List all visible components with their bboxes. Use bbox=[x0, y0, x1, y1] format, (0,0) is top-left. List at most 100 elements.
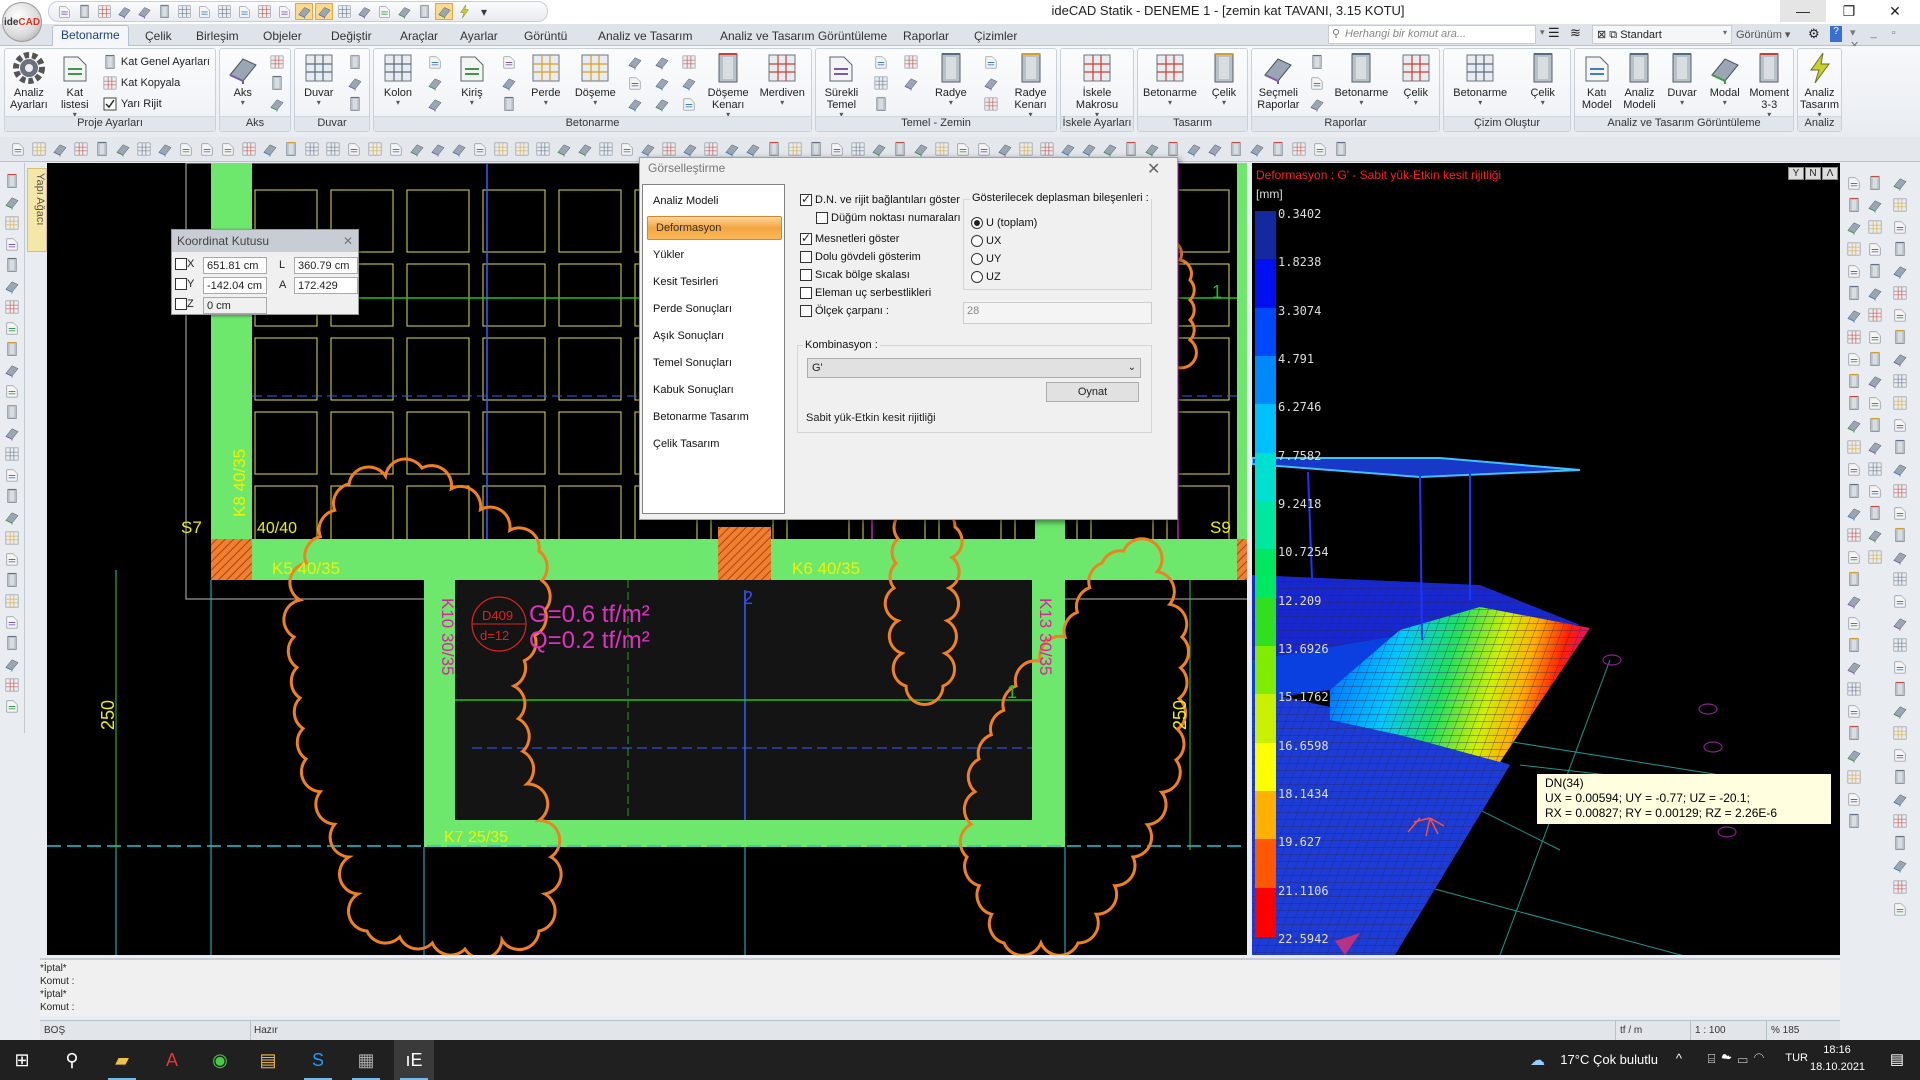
ellipse-icon[interactable] bbox=[848, 139, 868, 159]
tab-8[interactable]: Analiz ve Tasarım bbox=[590, 27, 700, 46]
right-tool-icon[interactable] bbox=[1892, 725, 1908, 744]
right-tool-icon[interactable] bbox=[1892, 197, 1908, 216]
column-l-button[interactable] bbox=[427, 74, 443, 92]
right-tool-icon[interactable] bbox=[1846, 263, 1862, 282]
right-tool-icon[interactable] bbox=[1892, 703, 1908, 722]
layer-stack-icon[interactable]: ≋ bbox=[1570, 25, 1590, 44]
component-radio[interactable] bbox=[971, 217, 983, 229]
right-tool-icon[interactable] bbox=[1867, 417, 1883, 436]
column-capital-button[interactable] bbox=[427, 95, 443, 113]
component-radio-row[interactable]: UX bbox=[971, 235, 1001, 247]
open-icon[interactable] bbox=[95, 3, 113, 20]
elevation-mark-icon[interactable] bbox=[1184, 139, 1204, 159]
taskbar-notes-app[interactable]: ▤ bbox=[248, 1040, 288, 1080]
status-scale[interactable]: 1 : 100 bbox=[1695, 1025, 1726, 1036]
right-tool-icon[interactable] bbox=[1892, 659, 1908, 678]
slab-edge-l-button[interactable] bbox=[681, 95, 697, 113]
pan-icon[interactable] bbox=[155, 139, 175, 159]
wall-corner-button[interactable] bbox=[347, 53, 363, 71]
right-tool-icon[interactable] bbox=[1846, 197, 1862, 216]
right-tool-icon[interactable] bbox=[1892, 769, 1908, 788]
right-tool-icon[interactable] bbox=[1846, 813, 1862, 832]
right-tool-icon[interactable] bbox=[1892, 175, 1908, 194]
shade-icon[interactable] bbox=[1247, 139, 1267, 159]
elevation-icon[interactable] bbox=[1079, 139, 1099, 159]
right-tool-icon[interactable] bbox=[1892, 901, 1908, 920]
right-tool-icon[interactable] bbox=[1846, 285, 1862, 304]
spline-icon[interactable] bbox=[869, 139, 889, 159]
right-tool-icon[interactable] bbox=[1867, 505, 1883, 524]
ortho-icon[interactable] bbox=[415, 3, 433, 20]
report-pdf-button[interactable] bbox=[1309, 95, 1325, 113]
right-tool-icon[interactable] bbox=[1892, 527, 1908, 546]
right-tool-icon[interactable] bbox=[1846, 637, 1862, 656]
solid-model-button[interactable]: Katı Model bbox=[1579, 51, 1615, 111]
shear-wall-button[interactable]: Perde ▾ bbox=[528, 51, 564, 107]
left-tool-icon[interactable] bbox=[4, 488, 20, 507]
lock-y-checkbox[interactable] bbox=[175, 278, 187, 290]
refresh-icon[interactable] bbox=[195, 3, 213, 20]
left-tool-icon[interactable] bbox=[4, 383, 20, 402]
wireframe-icon[interactable] bbox=[1268, 139, 1288, 159]
right-tool-icon[interactable] bbox=[1892, 219, 1908, 238]
mat-column-button[interactable] bbox=[983, 53, 999, 71]
right-tool-icon[interactable] bbox=[1846, 417, 1862, 436]
right-tool-icon[interactable] bbox=[1892, 813, 1908, 832]
x-field[interactable]: 651.81 cm bbox=[203, 257, 267, 274]
taskbar-idecad[interactable]: ıE bbox=[394, 1040, 434, 1080]
point-icon[interactable] bbox=[890, 139, 910, 159]
rectangle-icon[interactable] bbox=[827, 139, 847, 159]
right-tool-icon[interactable] bbox=[1867, 373, 1883, 392]
taskbar-acrobat[interactable]: A bbox=[152, 1040, 192, 1080]
nav-item-6[interactable]: Temel Sonuçları bbox=[653, 357, 732, 369]
perpendicular-icon[interactable] bbox=[255, 3, 273, 20]
area-icon[interactable] bbox=[680, 139, 700, 159]
structure-tree-tab[interactable]: Yapı Ağacı bbox=[27, 168, 47, 252]
right-tool-icon[interactable] bbox=[1892, 593, 1908, 612]
right-tool-icon[interactable] bbox=[1867, 549, 1883, 568]
right-tool-icon[interactable] bbox=[1892, 241, 1908, 260]
fillet-icon[interactable] bbox=[512, 139, 532, 159]
measure-icon[interactable] bbox=[659, 139, 679, 159]
tab-4[interactable]: Değiştir bbox=[323, 27, 380, 46]
left-tool-icon[interactable] bbox=[4, 446, 20, 465]
angle-field[interactable]: 172.429 bbox=[294, 277, 358, 294]
right-tool-icon[interactable] bbox=[1846, 373, 1862, 392]
grid-snap-icon[interactable] bbox=[315, 3, 333, 20]
style-select[interactable]: ⊠ ⧉ Standart ▾ bbox=[1592, 25, 1732, 44]
right-tool-icon[interactable] bbox=[1846, 703, 1862, 722]
move-icon[interactable] bbox=[449, 139, 469, 159]
left-tool-icon[interactable] bbox=[4, 509, 20, 528]
view-button[interactable]: N bbox=[1805, 167, 1821, 180]
nav-item-1[interactable]: Deformasyon bbox=[647, 216, 782, 240]
taskbar-chrome[interactable]: ◉ bbox=[200, 1040, 240, 1080]
right-tool-icon[interactable] bbox=[1846, 307, 1862, 326]
right-tool-icon[interactable] bbox=[1892, 307, 1908, 326]
column-round-button[interactable] bbox=[427, 53, 443, 71]
text-style-icon[interactable] bbox=[435, 3, 453, 20]
right-tool-icon[interactable] bbox=[1846, 483, 1862, 502]
right-tool-icon[interactable] bbox=[1846, 681, 1862, 700]
right-tool-icon[interactable] bbox=[1846, 549, 1862, 568]
left-tool-icon[interactable] bbox=[4, 236, 20, 255]
left-tool-icon[interactable] bbox=[4, 173, 20, 192]
3d-viewport[interactable]: Deformasyon : G' - Sabit yük-Etkin kesit… bbox=[1252, 163, 1840, 955]
array-icon[interactable] bbox=[407, 139, 427, 159]
tray-expand-icon[interactable]: ^ bbox=[1676, 1051, 1682, 1066]
tab-11[interactable]: Çizimler bbox=[966, 27, 1025, 46]
settings-icon[interactable]: ⚙ bbox=[1808, 26, 1820, 42]
chamfer-icon[interactable] bbox=[533, 139, 553, 159]
left-tool-icon[interactable] bbox=[4, 341, 20, 360]
lightning-icon[interactable] bbox=[455, 3, 473, 20]
tab-6[interactable]: Ayarlar bbox=[452, 27, 506, 46]
option-row[interactable]: Ölçek çarpanı : bbox=[800, 305, 889, 317]
option-row[interactable]: D.N. ve rijit bağlantıları göster bbox=[800, 192, 960, 206]
nav-item-3[interactable]: Kesit Tesirleri bbox=[653, 276, 718, 288]
left-tool-icon[interactable] bbox=[4, 215, 20, 234]
polyline-icon[interactable] bbox=[806, 139, 826, 159]
ruler-icon[interactable] bbox=[239, 139, 259, 159]
tab-3[interactable]: Objeler bbox=[255, 27, 310, 46]
right-tool-icon[interactable] bbox=[1846, 527, 1862, 546]
slab-grid-button[interactable] bbox=[654, 74, 670, 92]
slab-ribbed-button[interactable] bbox=[627, 53, 643, 71]
